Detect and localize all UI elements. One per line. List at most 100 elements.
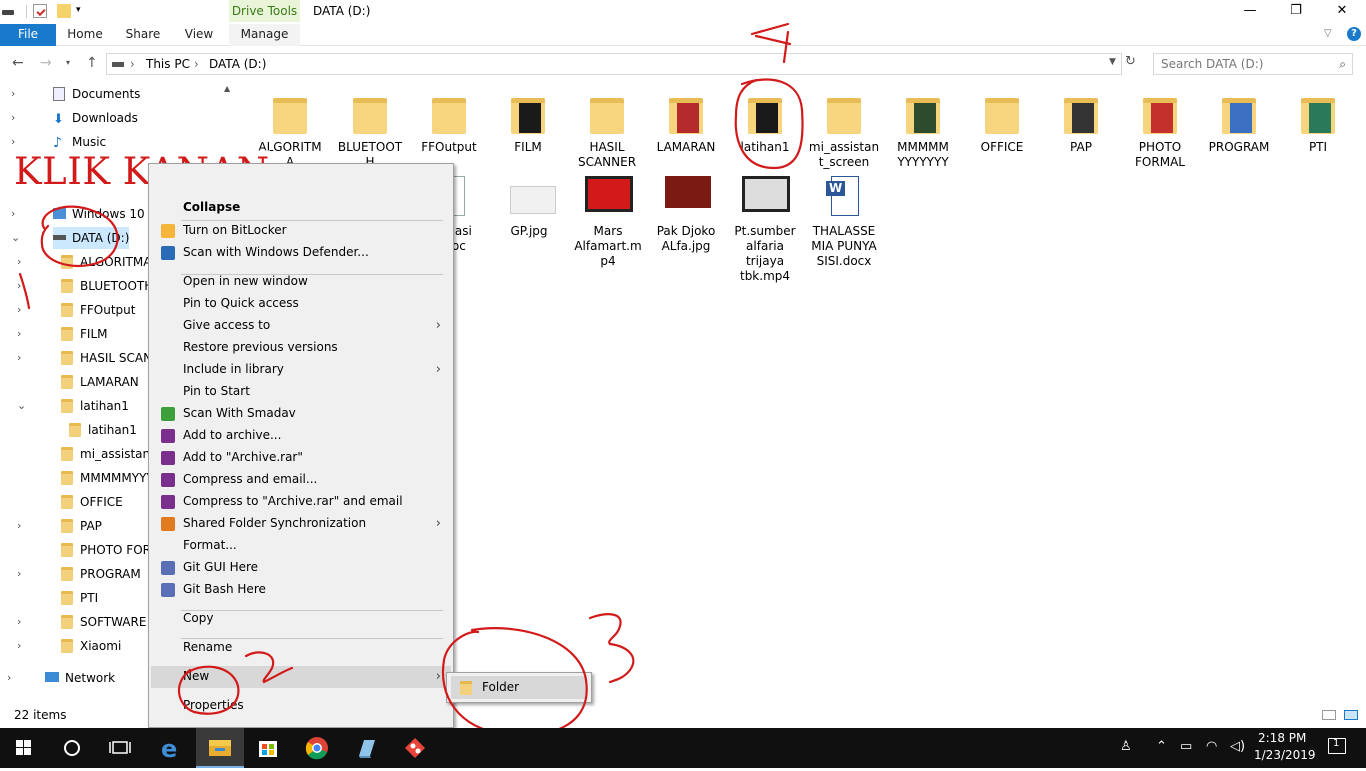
store-icon[interactable] [244, 728, 292, 768]
chevron-icon[interactable]: › [17, 275, 29, 297]
menu-item-shared-folder-synchronization[interactable]: Shared Folder Synchronization › [151, 513, 451, 535]
chrome-icon[interactable] [293, 728, 341, 768]
forward-arrow-icon[interactable]: → [40, 55, 52, 71]
tab-file[interactable]: File [0, 24, 56, 46]
nav-item-documents[interactable]: › Documents [11, 83, 140, 105]
close-button[interactable]: ✕ [1319, 0, 1365, 24]
tab-share[interactable]: Share [120, 24, 166, 46]
file-explorer-icon[interactable] [196, 728, 244, 768]
chevron-icon[interactable]: › [17, 347, 29, 369]
menu-item-git-gui-here[interactable]: Git GUI Here [151, 557, 451, 579]
volume-icon[interactable]: ◁) [1230, 739, 1245, 754]
content-item-folder[interactable]: PTI [1282, 80, 1354, 155]
menu-item-turn-on-bitlocker[interactable]: Turn on BitLocker [151, 220, 451, 242]
nav-folder-6[interactable]: LAMARAN [61, 371, 139, 393]
nav-folder-14[interactable]: › PROGRAM [17, 563, 141, 585]
tab-manage[interactable]: Manage [229, 24, 300, 46]
show-hidden-icons-icon[interactable]: ⌃ [1156, 739, 1167, 754]
chevron-icon[interactable]: › [17, 563, 29, 585]
expand-ribbon-icon[interactable]: ▽ [1324, 28, 1332, 39]
content-item-folder[interactable]: PAP [1045, 80, 1117, 155]
content-item-folder[interactable]: MMMMM YYYYYYY [887, 80, 959, 170]
edge-icon[interactable]: e [146, 728, 194, 768]
notification-icon[interactable]: 1 [1328, 738, 1346, 754]
breadcrumb-chevron[interactable]: › [194, 57, 199, 71]
nav-folder-2[interactable]: › BLUETOOTH [17, 275, 153, 297]
properties-icon[interactable] [33, 4, 47, 18]
task-view-icon[interactable] [96, 728, 144, 768]
search-input[interactable]: Search DATA (D:) ⌕ [1153, 53, 1353, 75]
clock-date[interactable]: 1/23/2019 [1254, 748, 1316, 762]
minimize-button[interactable]: — [1227, 0, 1273, 24]
content-item-folder[interactable]: FFOutput [413, 80, 485, 155]
scroll-up-icon[interactable]: ▲ [224, 84, 230, 93]
recent-locations-icon[interactable]: ▾ [66, 58, 70, 67]
menu-item-new[interactable]: New › [151, 666, 451, 688]
menu-item-rename[interactable]: Rename [151, 637, 451, 659]
chevron-icon[interactable]: › [11, 203, 23, 225]
battery-icon[interactable]: ▭ [1180, 739, 1192, 754]
up-arrow-icon[interactable]: ↑ [86, 55, 98, 71]
content-item-folder[interactable]: PHOTO FORMAL [1124, 80, 1196, 170]
menu-item-scan-with-smadav[interactable]: Scan With Smadav [151, 403, 451, 425]
menu-item-pin-to-quick-access[interactable]: Pin to Quick access [151, 293, 451, 315]
nav-folder-17[interactable]: › Xiaomi [17, 635, 121, 657]
content-item-video[interactable]: Mars Alfamart.m p4 [572, 164, 644, 269]
git-gui-icon[interactable] [391, 728, 439, 768]
back-arrow-icon[interactable]: ← [12, 55, 24, 71]
help-icon[interactable]: ? [1347, 27, 1361, 41]
nav-folder-1[interactable]: › ALGORITMA [17, 251, 151, 273]
refresh-icon[interactable]: ↻ [1125, 54, 1141, 74]
menu-item-copy[interactable]: Copy [151, 608, 451, 630]
chevron-icon[interactable]: › [7, 667, 19, 689]
nav-folder-11[interactable]: OFFICE [61, 491, 123, 513]
address-dropdown-icon[interactable]: ▼ [1109, 57, 1116, 67]
nav-folder-12[interactable]: › PAP [17, 515, 102, 537]
menu-item-properties[interactable]: Properties [151, 695, 451, 717]
content-item-doc[interactable]: W THALASSE MIA PUNYA SISI.docx [808, 164, 880, 269]
breadcrumb-data-drive[interactable]: DATA (D:) [209, 57, 266, 71]
menu-item-give-access-to[interactable]: Give access to › [151, 315, 451, 337]
content-item-jpg[interactable]: GP.jpg [493, 164, 565, 239]
details-view-icon[interactable] [1322, 710, 1336, 720]
tab-home[interactable]: Home [60, 24, 110, 46]
menu-item-git-bash-here[interactable]: Git Bash Here [151, 579, 451, 601]
menu-item-compress-and-email[interactable]: Compress and email... [151, 469, 451, 491]
menu-item-pin-to-start[interactable]: Pin to Start [151, 381, 451, 403]
menu-item-collapse[interactable]: Collapse [151, 197, 451, 219]
notepad-icon[interactable] [342, 728, 390, 768]
content-item-folder[interactable]: OFFICE [966, 80, 1038, 155]
menu-item-include-in-library[interactable]: Include in library › [151, 359, 451, 381]
restore-button[interactable]: ❐ [1273, 0, 1319, 24]
wifi-icon[interactable]: ◠ [1206, 739, 1217, 754]
menu-item-restore-previous-versions[interactable]: Restore previous versions [151, 337, 451, 359]
menu-item-scan-with-windows-defender[interactable]: Scan with Windows Defender... [151, 242, 451, 264]
content-item-folder[interactable]: LAMARAN [650, 80, 722, 155]
content-item-folder[interactable]: latihan1 [729, 80, 801, 155]
chevron-icon[interactable]: › [17, 515, 29, 537]
chevron-icon[interactable]: › [17, 299, 29, 321]
new-folder-menu-item[interactable]: Folder [451, 676, 587, 699]
people-icon[interactable]: ♙ [1120, 739, 1132, 754]
address-bar[interactable]: › This PC › DATA (D:) ▼ [106, 53, 1122, 75]
chevron-icon[interactable]: › [17, 635, 29, 657]
content-item-folder[interactable]: BLUETOOT H [334, 80, 406, 170]
content-item-folder[interactable]: HASIL SCANNER [571, 80, 643, 170]
tab-view[interactable]: View [178, 24, 220, 46]
chevron-icon[interactable]: › [17, 251, 29, 273]
start-button[interactable] [0, 728, 48, 768]
customize-quick-access-icon[interactable]: ▾ [76, 6, 84, 15]
new-folder-icon[interactable] [57, 4, 71, 18]
menu-item-compress-to-archive-rar-and-email[interactable]: Compress to "Archive.rar" and email [151, 491, 451, 513]
content-item-video[interactable]: Pt.sumber alfaria trijaya tbk.mp4 [729, 164, 801, 284]
breadcrumb-chevron[interactable]: › [130, 57, 135, 71]
chevron-icon[interactable]: › [17, 611, 29, 633]
chevron-icon[interactable]: ⌄ [11, 227, 23, 249]
nav-folder-4[interactable]: › FILM [17, 323, 107, 345]
menu-item-open-in-new-window[interactable]: Open in new window [151, 271, 451, 293]
nav-folder-7[interactable]: ⌄ latihan1 [17, 395, 129, 417]
menu-item-add-to-archive-rar[interactable]: Add to "Archive.rar" [151, 447, 451, 469]
nav-item-downloads[interactable]: › ⬇ Downloads [11, 107, 138, 129]
content-item-photo[interactable]: Pak Djoko ALfa.jpg [650, 164, 722, 254]
nav-folder-3[interactable]: › FFOutput [17, 299, 136, 321]
